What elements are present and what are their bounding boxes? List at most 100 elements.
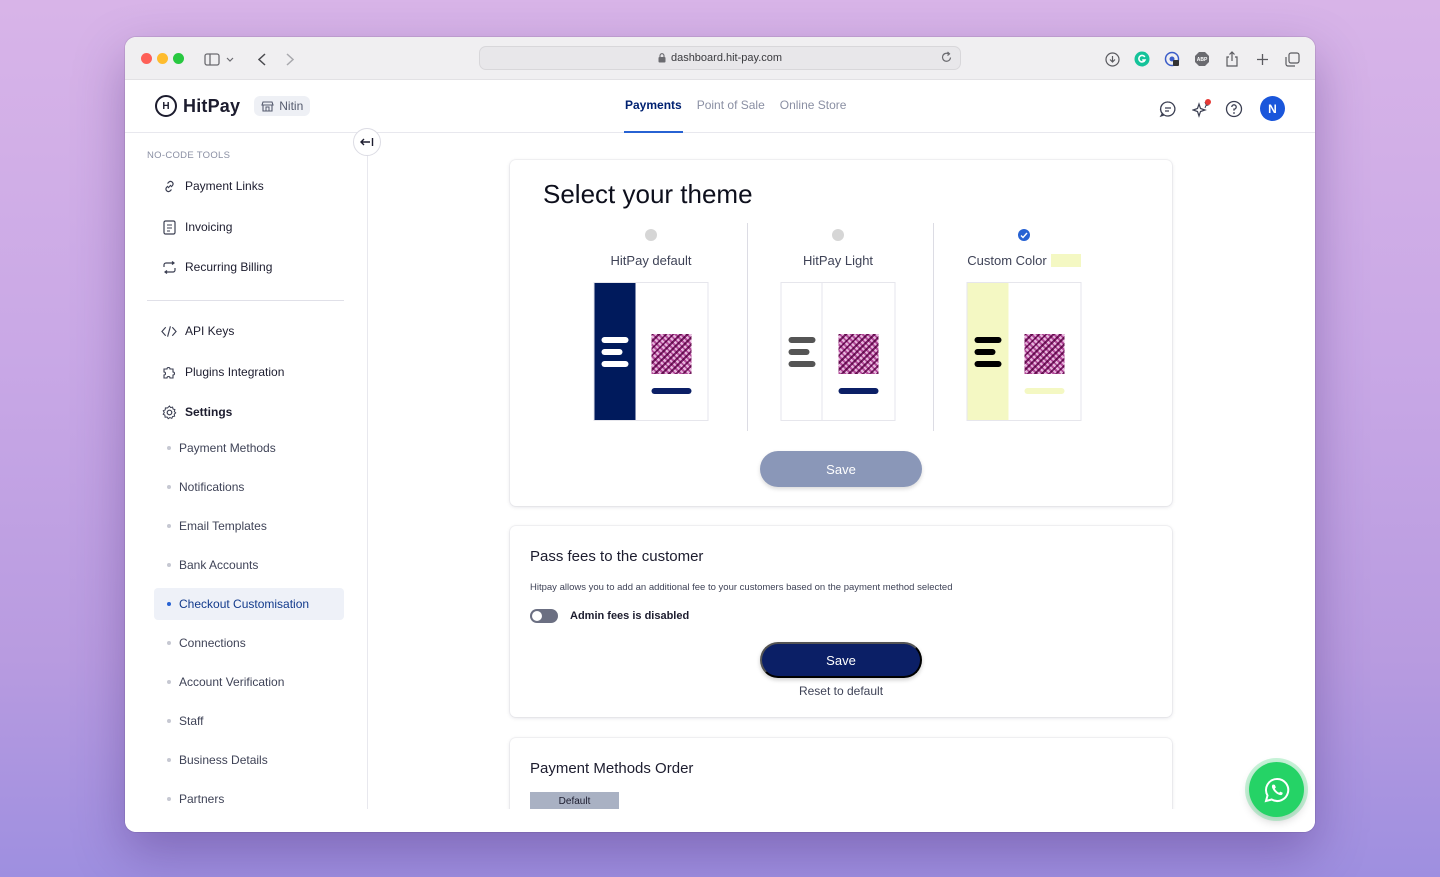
top-nav: Payments Point of Sale Online Store [624, 80, 847, 133]
checkmark-icon [1020, 232, 1028, 239]
sidebar-item-label: Payment Links [185, 179, 264, 193]
theme-preview-custom [966, 282, 1082, 421]
user-avatar[interactable]: N [1260, 96, 1285, 121]
collapse-arrow-icon [360, 138, 374, 146]
back-icon[interactable] [251, 48, 273, 70]
grammarly-icon[interactable] [1131, 48, 1153, 70]
preview-sidebar [781, 283, 823, 420]
invoice-icon [161, 219, 177, 235]
gear-icon [161, 404, 177, 420]
payment-methods-order-card: Payment Methods Order Default [510, 738, 1172, 809]
save-fees-button[interactable]: Save [760, 642, 922, 678]
sidebar-item-plugins-integration[interactable]: Plugins Integration [161, 364, 284, 380]
preview-line [788, 361, 816, 367]
admin-fees-toggle[interactable] [530, 609, 558, 623]
sidebar-subitem-account-verification[interactable]: Account Verification [154, 666, 344, 698]
sidebar-subitem-checkout-customisation[interactable]: Checkout Customisation [154, 588, 344, 620]
theme-option-default[interactable]: HitPay default [561, 222, 741, 434]
url-text: dashboard.hit-pay.com [670, 52, 783, 64]
preview-line [974, 337, 1002, 343]
custom-color-swatch[interactable] [1050, 254, 1081, 267]
section-title-no-code-tools: NO-CODE TOOLS [147, 150, 231, 161]
close-window-button[interactable] [141, 53, 152, 64]
sidebar-toggle-icon[interactable] [201, 48, 223, 70]
sidebar-subitem-email-templates[interactable]: Email Templates [154, 510, 344, 542]
preview-line [974, 361, 1002, 367]
sidebar: NO-CODE TOOLS Payment Links Invoicing Re… [125, 133, 368, 809]
preview-line [601, 337, 629, 343]
sidebar-item-label: Settings [185, 405, 233, 419]
theme-title: Select your theme [543, 179, 753, 209]
theme-radio-custom[interactable] [1018, 229, 1030, 241]
theme-card: Select your theme HitPay default HitPay … [510, 160, 1172, 506]
whatsapp-chat-button[interactable] [1249, 762, 1304, 817]
payment-methods-order-title: Payment Methods Order [530, 760, 694, 777]
collapse-sidebar-button[interactable] [353, 128, 381, 156]
sidebar-subitem-bank-accounts[interactable]: Bank Accounts [154, 549, 344, 581]
whatsapp-icon [1264, 777, 1289, 802]
preview-line [601, 361, 629, 367]
sidebar-item-recurring-billing[interactable]: Recurring Billing [161, 259, 272, 275]
theme-option-custom[interactable]: Custom Color [934, 222, 1114, 434]
preview-line [601, 349, 623, 355]
reload-icon[interactable] [941, 51, 952, 66]
svg-text:ABP: ABP [1197, 57, 1208, 63]
chevron-down-icon[interactable] [224, 48, 236, 70]
sidebar-item-invoicing[interactable]: Invoicing [161, 219, 232, 235]
tab-overview-icon[interactable] [1281, 48, 1303, 70]
hitpay-logo[interactable]: H HitPay Nitin [155, 95, 311, 117]
link-icon [161, 178, 177, 194]
sidebar-subitem-connections[interactable]: Connections [154, 627, 344, 659]
repeat-icon [161, 259, 177, 275]
notification-dot [1205, 98, 1211, 105]
sparkle-icon[interactable] [1191, 98, 1211, 119]
sidebar-subitem-staff[interactable]: Staff [154, 705, 344, 737]
new-tab-icon[interactable] [1251, 48, 1273, 70]
puzzle-icon [161, 364, 177, 380]
theme-radio-default[interactable] [645, 229, 657, 241]
sidebar-subitem-business-details[interactable]: Business Details [154, 744, 344, 776]
sidebar-subitem-payment-methods[interactable]: Payment Methods [154, 432, 344, 464]
zoom-window-button[interactable] [173, 53, 184, 64]
preview-button [1024, 388, 1065, 394]
default-order-chip[interactable]: Default [530, 792, 619, 809]
theme-option-label: Custom Color [967, 253, 1047, 268]
browser-titlebar: dashboard.hit-pay.com ABP [125, 37, 1315, 80]
preview-line [788, 349, 810, 355]
save-theme-button[interactable]: Save [760, 451, 922, 487]
sidebar-divider [147, 300, 344, 301]
main-content: Select your theme HitPay default HitPay … [368, 133, 1315, 809]
store-icon [261, 100, 274, 112]
sidebar-subitem-notifications[interactable]: Notifications [154, 471, 344, 503]
theme-preview-default [593, 282, 709, 421]
chat-icon[interactable] [1158, 99, 1178, 119]
theme-preview-light [780, 282, 896, 421]
theme-option-label-row: Custom Color [934, 253, 1114, 268]
address-bar[interactable]: dashboard.hit-pay.com [479, 46, 961, 70]
password-extension-icon[interactable] [1161, 48, 1183, 70]
sidebar-item-api-keys[interactable]: API Keys [161, 323, 234, 339]
theme-radio-light[interactable] [832, 229, 844, 241]
theme-option-label: HitPay Light [802, 253, 874, 268]
adblock-icon[interactable]: ABP [1191, 48, 1213, 70]
help-icon[interactable] [1224, 99, 1244, 119]
tab-payments[interactable]: Payments [624, 80, 683, 133]
minimize-window-button[interactable] [157, 53, 168, 64]
pass-fees-card: Pass fees to the customer Hitpay allows … [510, 526, 1172, 717]
sidebar-item-payment-links[interactable]: Payment Links [161, 178, 264, 194]
reset-to-default-link[interactable]: Reset to default [510, 684, 1172, 698]
sidebar-item-settings[interactable]: Settings [161, 404, 232, 420]
download-icon[interactable] [1101, 48, 1123, 70]
share-icon[interactable] [1221, 48, 1243, 70]
theme-option-light[interactable]: HitPay Light [748, 222, 928, 434]
tab-point-of-sale[interactable]: Point of Sale [696, 80, 766, 133]
preview-sidebar [967, 283, 1009, 420]
preview-line [974, 349, 996, 355]
theme-option-label: HitPay default [610, 253, 692, 268]
hitpay-logo-icon: H [155, 95, 177, 117]
pass-fees-title: Pass fees to the customer [530, 548, 704, 565]
sidebar-item-label: Plugins Integration [185, 365, 285, 379]
tab-online-store[interactable]: Online Store [779, 80, 848, 133]
forward-icon[interactable] [279, 48, 301, 70]
store-switcher[interactable]: Nitin [254, 96, 311, 116]
